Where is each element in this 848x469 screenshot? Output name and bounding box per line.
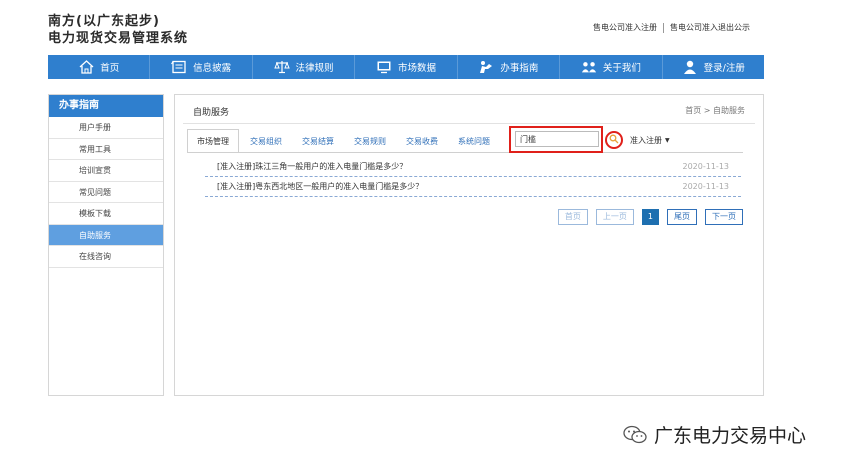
top-links: 售电公司准入注册 售电公司准入退出公示 (593, 22, 750, 33)
nav-law[interactable]: 法律规则 (253, 55, 356, 79)
nav-login-label: 登录/注册 (703, 63, 745, 74)
user-icon (682, 60, 698, 74)
result-date: 2020-11-13 (682, 182, 730, 191)
nav-disclosure[interactable]: 信息披露 (150, 55, 253, 79)
watermark-text: 广东电力交易中心 (654, 425, 807, 447)
sidebar: 办事指南 用户手册 常用工具 培训宣贯 常见问题 模板下载 自助服务 在线咨询 (48, 94, 164, 396)
monitor-icon (376, 60, 392, 74)
result-link[interactable]: [准入注册]粤东西北地区一般用户的准入电量门槛是多少？ (217, 177, 423, 197)
sidebar-item-online-consult[interactable]: 在线咨询 (49, 246, 163, 268)
nav-home-label: 首页 (100, 63, 120, 74)
tab-trade-settlement[interactable]: 交易结算 (293, 131, 343, 153)
nav-disclosure-label: 信息披露 (193, 63, 232, 74)
wechat-icon (622, 425, 648, 445)
tab-trade-organization[interactable]: 交易组织 (241, 131, 291, 153)
site-title: 南方(以广东起步) 电力现货交易管理系统 (48, 13, 188, 47)
prev-page-button[interactable]: 上一页 (595, 209, 634, 225)
first-page-button[interactable]: 首页 (557, 209, 588, 225)
search-button[interactable] (605, 131, 623, 149)
nav-home[interactable]: 首页 (48, 55, 151, 79)
category-tabs: 市场管理 交易组织 交易结算 交易规则 交易收费 系统问题 (187, 129, 501, 153)
chevron-down-icon: ▼ (665, 136, 670, 144)
sidebar-item-faq[interactable]: 常见问题 (49, 182, 163, 203)
tab-system-issues[interactable]: 系统问题 (449, 131, 499, 153)
search-input[interactable] (515, 131, 599, 147)
result-date: 2020-11-13 (682, 162, 730, 171)
category-select[interactable]: 准入注册 ▼ (630, 133, 670, 147)
search-icon (609, 134, 619, 147)
tab-trade-fees[interactable]: 交易收费 (397, 131, 447, 153)
main-navbar: 首页 信息披露 法律规则 市场数据 办事指南 关于我们 登录/注册 (48, 55, 764, 79)
sidebar-item-user-manual[interactable]: 用户手册 (49, 117, 163, 139)
nav-market-data[interactable]: 市场数据 (355, 55, 458, 79)
exit-notice-link[interactable]: 售电公司准入退出公示 (670, 22, 750, 33)
page-number-button[interactable]: 1 (641, 209, 659, 225)
main-panel: 自助服务 首页 > 自助服务 市场管理 交易组织 交易结算 交易规则 交易收费 … (174, 94, 764, 396)
nav-about-label: 关于我们 (602, 63, 641, 74)
category-select-value: 准入注册 (630, 135, 662, 145)
sidebar-heading: 办事指南 (49, 95, 163, 117)
nav-about[interactable]: 关于我们 (560, 55, 663, 79)
next-page-button[interactable]: 下一页 (705, 209, 743, 225)
last-page-button[interactable]: 尾页 (667, 209, 697, 225)
list-item: [准入注册]粤东西北地区一般用户的准入电量门槛是多少？ 2020-11-13 (205, 177, 741, 197)
nav-guide-label: 办事指南 (500, 63, 539, 74)
guide-icon (478, 60, 494, 74)
document-icon (171, 60, 187, 74)
watermark: 广东电力交易中心 (622, 421, 806, 448)
list-item: [准入注册]珠江三角一般用户的准入电量门槛是多少？ 2020-11-13 (205, 157, 741, 177)
tab-market-management[interactable]: 市场管理 (187, 129, 239, 153)
nav-law-label: 法律规则 (295, 63, 334, 74)
sidebar-item-tools[interactable]: 常用工具 (49, 139, 163, 160)
home-icon (78, 60, 94, 74)
nav-market-data-label: 市场数据 (397, 63, 436, 74)
nav-guide[interactable]: 办事指南 (458, 55, 561, 79)
sidebar-item-self-service[interactable]: 自助服务 (49, 224, 163, 246)
results-list: [准入注册]珠江三角一般用户的准入电量门槛是多少？ 2020-11-13 [准入… (205, 157, 741, 197)
result-link[interactable]: [准入注册]珠江三角一般用户的准入电量门槛是多少？ (217, 157, 407, 177)
register-link[interactable]: 售电公司准入注册 (593, 22, 657, 33)
sidebar-item-training[interactable]: 培训宣贯 (49, 160, 163, 182)
divider (187, 152, 743, 153)
nav-login[interactable]: 登录/注册 (663, 55, 764, 79)
pagination: 首页 上一页 1 尾页 下一页 (550, 209, 743, 225)
breadcrumb[interactable]: 首页 > 自助服务 (685, 105, 745, 116)
sidebar-item-templates[interactable]: 模板下载 (49, 203, 163, 225)
page-title: 自助服务 (193, 108, 230, 118)
site-title-line2: 电力现货交易管理系统 (48, 31, 189, 46)
tab-trade-rules[interactable]: 交易规则 (345, 131, 395, 153)
divider (183, 123, 755, 124)
divider (663, 22, 664, 33)
people-icon (581, 60, 597, 74)
scales-icon (273, 60, 290, 74)
site-title-line1: 南方(以广东起步) (48, 14, 160, 29)
